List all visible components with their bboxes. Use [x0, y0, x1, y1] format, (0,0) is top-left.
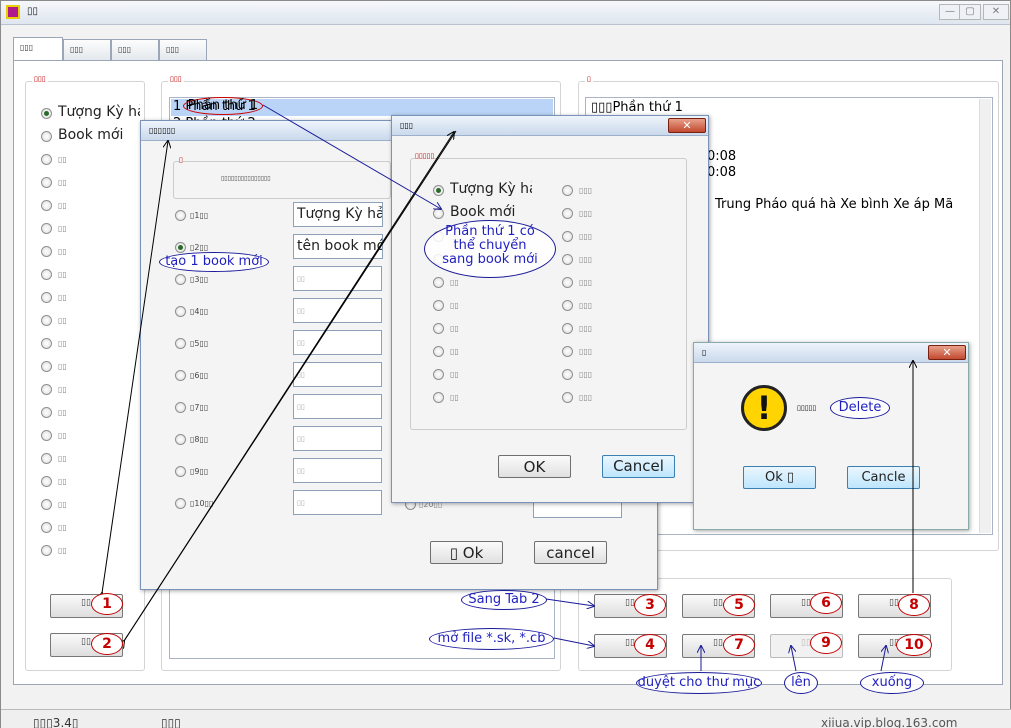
- annotation-part-1: Phần thứ 1: [183, 97, 263, 115]
- annotation-open-file: mở file *.sk, *.cb: [429, 628, 554, 650]
- marker-1: 1: [91, 593, 123, 615]
- marker-9: 9: [810, 632, 842, 654]
- marker-8: 8: [898, 594, 930, 616]
- marker-3: 3: [634, 594, 666, 616]
- marker-2: 2: [91, 633, 123, 655]
- main-window: ▯▯ — ▢ ✕ ▯▯▯ ▯▯▯ ▯▯▯ ▯▯▯ ▯▯▯ Tượng Kỳ hả…: [0, 0, 1011, 728]
- marker-7: 7: [723, 634, 755, 656]
- marker-10: 10: [896, 634, 932, 656]
- annotation-up: lên: [784, 672, 818, 694]
- annotation-sang-tab: Sang Tab 2: [461, 590, 547, 610]
- annotation-arrows: [1, 104, 1011, 672]
- marker-6: 6: [810, 592, 842, 614]
- annotation-delete: Delete: [830, 397, 890, 419]
- annotation-down: xuống: [860, 672, 924, 694]
- annotation-move-part: Phần thứ 1 có thể chuyển sang book mới: [424, 220, 556, 278]
- annotation-browse-folder: duyệt cho thư mục: [636, 672, 762, 694]
- marker-5: 5: [723, 594, 755, 616]
- marker-4: 4: [634, 634, 666, 656]
- annotation-create-book: tạo 1 book mới: [159, 252, 269, 272]
